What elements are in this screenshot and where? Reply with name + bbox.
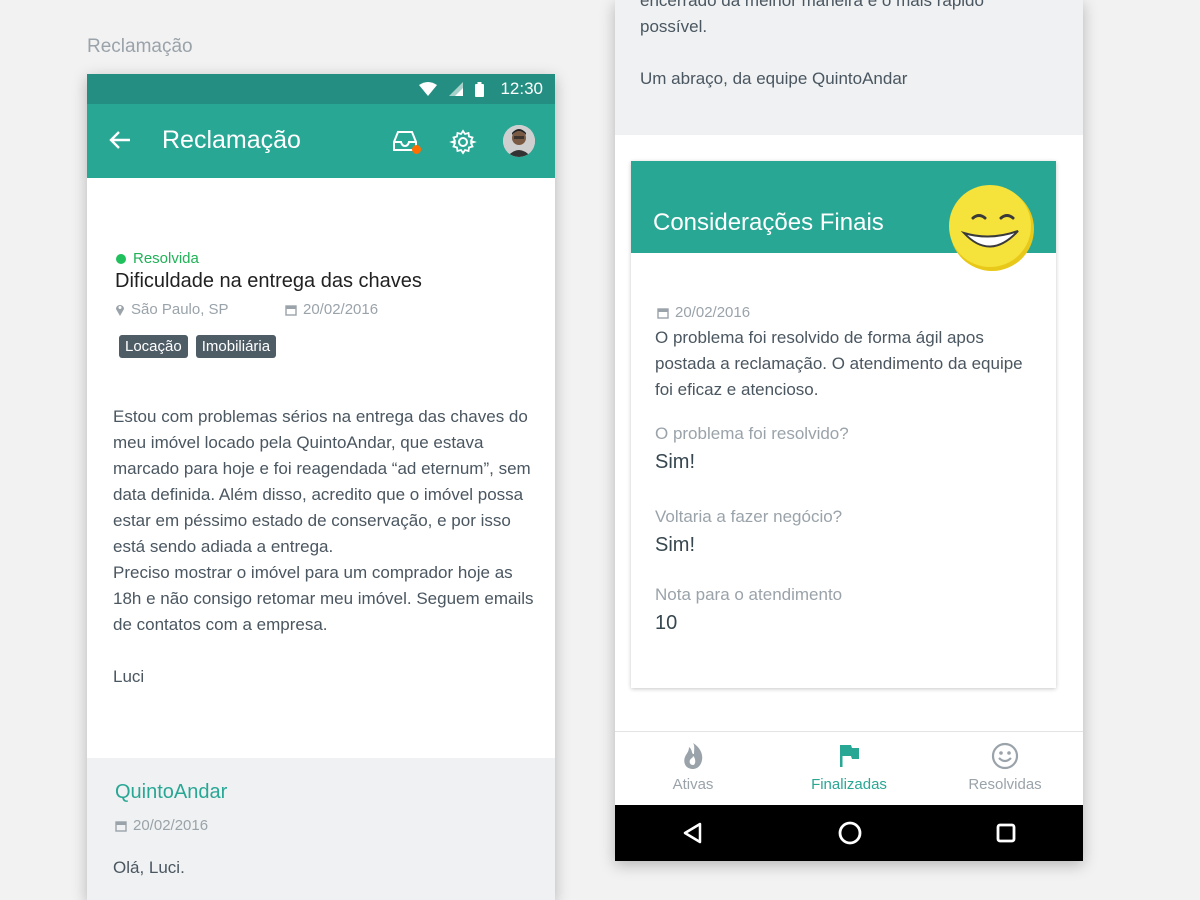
avatar[interactable]	[503, 125, 535, 157]
smiley-icon	[991, 742, 1019, 770]
back-triangle-icon[interactable]	[681, 821, 705, 845]
card-date: 20/02/2016	[657, 304, 750, 321]
status-time: 12:30	[500, 79, 543, 98]
location: São Paulo, SP	[115, 301, 285, 318]
date-text: 20/02/2016	[303, 301, 379, 318]
flame-icon	[684, 743, 703, 769]
nav-finalizadas[interactable]: Finalizadas	[771, 732, 927, 806]
question-do-business-again: Voltaria a fazer negócio?	[655, 507, 843, 526]
recents-square-icon[interactable]	[995, 822, 1017, 844]
flag-icon	[840, 745, 859, 767]
final-considerations-screen: encerrado da melhor maneira e o mais ráp…	[615, 0, 1083, 861]
tag[interactable]: Imobiliária	[195, 335, 277, 358]
app-bar-title: Reclamação	[162, 126, 301, 154]
calendar-icon	[285, 304, 297, 316]
inbox-button[interactable]	[391, 128, 421, 154]
nav-resolvidas[interactable]: Resolvidas	[927, 732, 1083, 806]
calendar-icon	[657, 307, 669, 319]
bottom-navigation: Ativas Finalizadas Resolvidas	[615, 731, 1083, 806]
tag[interactable]: Locação	[119, 335, 188, 358]
gear-icon	[449, 129, 477, 155]
page-label: Reclamação	[87, 36, 193, 57]
app-bar: Reclamação	[87, 104, 555, 178]
wifi-icon	[419, 82, 438, 96]
question-service-rating: Nota para o atendimento	[655, 585, 843, 604]
status-label: Resolvida	[133, 250, 199, 267]
reply-author: QuintoAndar	[115, 781, 228, 803]
complaint-body: Estou com problemas sérios na entrega da…	[113, 407, 534, 686]
back-button[interactable]	[107, 127, 133, 153]
settings-button[interactable]	[449, 128, 477, 156]
notification-dot	[412, 145, 421, 154]
arrow-back-icon	[109, 131, 130, 149]
status-dot	[116, 253, 126, 264]
card-date-text: 20/02/2016	[675, 304, 751, 321]
signal-icon	[449, 82, 464, 96]
calendar-icon	[115, 820, 127, 832]
reply-end-section: encerrado da melhor maneira e o mais ráp…	[615, 0, 1083, 135]
date: 20/02/2016	[285, 301, 378, 318]
question-resolved: O problema foi resolvido?	[655, 424, 849, 443]
nav-label: Resolvidas	[968, 776, 1042, 793]
reply-end-text: encerrado da melhor maneira e o mais ráp…	[640, 0, 984, 88]
answer-do-business-again: Sim!	[655, 534, 695, 556]
card-comment: O problema foi resolvido de forma ágil a…	[655, 328, 1023, 399]
complaint-title: Dificuldade na entrega das chaves	[115, 270, 422, 292]
reply-date: 20/02/2016	[115, 817, 208, 834]
answer-resolved: Sim!	[655, 451, 695, 473]
system-navigation-bar	[615, 805, 1083, 861]
card-title: Considerações Finais	[653, 209, 884, 236]
final-considerations-card: Considerações Finais 20/02/2016 O proble…	[631, 161, 1056, 688]
location-pin-icon	[116, 305, 124, 316]
battery-icon	[475, 81, 485, 97]
answer-service-rating: 10	[655, 612, 678, 634]
reply-date-text: 20/02/2016	[133, 817, 209, 834]
location-text: São Paulo, SP	[131, 301, 229, 318]
smiley-emoji-icon	[949, 185, 1034, 271]
tag-list: Locação Imobiliária	[119, 335, 277, 358]
nav-label: Finalizadas	[811, 776, 887, 793]
status-bar: 12:30	[87, 74, 555, 104]
complaint-meta: São Paulo, SP 20/02/2016	[115, 301, 378, 318]
reply-section: QuintoAndar 20/02/2016 Olá, Luci.	[87, 758, 555, 900]
nav-label: Ativas	[672, 776, 714, 793]
nav-ativas[interactable]: Ativas	[615, 732, 771, 806]
reply-text: Olá, Luci.	[113, 858, 185, 877]
complaint-screen: 12:30 Reclamação Resolvida Dificuldade n…	[87, 74, 555, 900]
home-circle-icon[interactable]	[837, 820, 863, 846]
complaint-status: Resolvida	[116, 250, 199, 267]
